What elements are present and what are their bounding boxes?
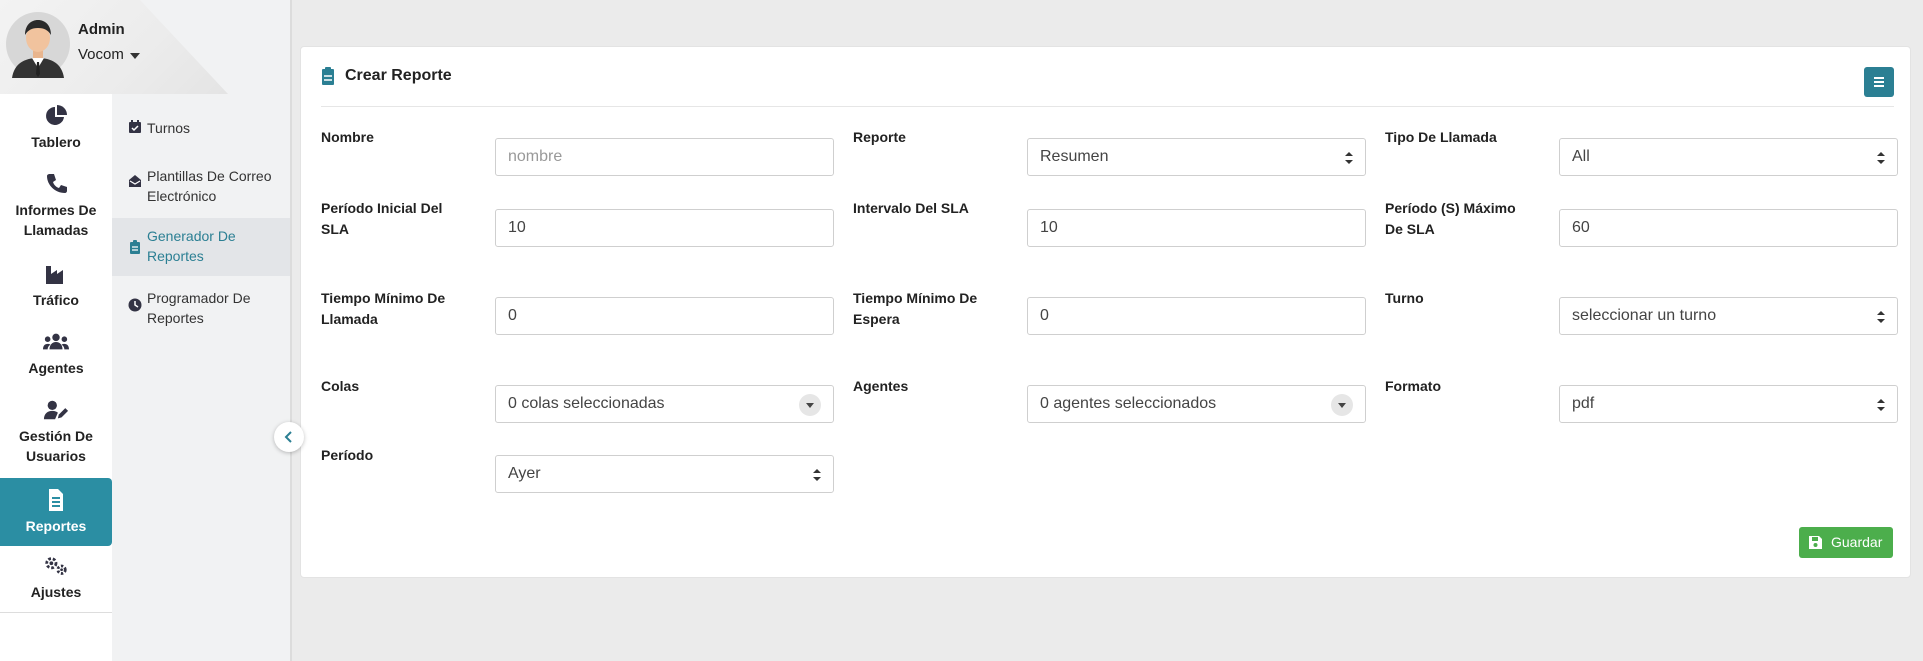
nombre-label: Nombre xyxy=(321,129,374,145)
tipo-llamada-select[interactable]: All xyxy=(1559,138,1898,176)
create-report-card: Crear Reporte Nombre nombre Reporte Resu… xyxy=(300,46,1911,578)
avatar[interactable] xyxy=(6,10,70,78)
chevron-down-icon[interactable] xyxy=(799,394,821,416)
file-text-icon xyxy=(49,489,63,511)
turno-value: seleccionar un turno xyxy=(1572,307,1717,324)
tipo-llamada-value: All xyxy=(1572,148,1590,165)
select-arrows-icon xyxy=(813,469,821,481)
chevron-down-icon[interactable] xyxy=(1331,394,1353,416)
formato-select[interactable]: pdf xyxy=(1559,385,1898,423)
periodo-value: Ayer xyxy=(508,465,541,482)
card-menu-button[interactable] xyxy=(1864,67,1894,97)
periodo-label: Período xyxy=(321,447,374,463)
calendar-check-icon xyxy=(129,120,141,133)
clock-icon xyxy=(128,298,142,312)
chevron-down-icon[interactable] xyxy=(130,53,140,59)
submenu-item-programador[interactable]: Programador De Reportes xyxy=(112,280,290,338)
user-name: Admin xyxy=(78,21,125,38)
periodo-select[interactable]: Ayer xyxy=(495,455,834,493)
chevron-left-icon xyxy=(284,431,292,443)
pie-chart-icon xyxy=(46,105,67,125)
phone-icon xyxy=(47,174,67,193)
nav-item-tablero[interactable]: Tablero xyxy=(0,104,112,160)
periodo-maximo-input[interactable]: 60 xyxy=(1559,209,1898,247)
tiempo-llamada-input[interactable]: 0 xyxy=(495,297,834,335)
agentes-value: 0 agentes seleccionados xyxy=(1040,395,1217,412)
periodo-maximo-label: Período (S) Máximo De SLA xyxy=(1385,200,1516,237)
nav-divider xyxy=(0,612,112,613)
save-button[interactable]: Guardar xyxy=(1799,527,1893,558)
nav-label-trafico: Tráfico xyxy=(33,292,79,308)
floppy-disk-icon xyxy=(1809,536,1822,549)
intervalo-input[interactable]: 10 xyxy=(1027,209,1366,247)
periodo-inicial-label: Período Inicial Del SLA xyxy=(321,200,443,237)
turno-label: Turno xyxy=(1385,290,1424,306)
submenu-item-turnos[interactable]: Turnos xyxy=(112,104,290,144)
agentes-label: Agentes xyxy=(853,378,909,394)
tipo-llamada-label: Tipo De Llamada xyxy=(1385,129,1497,145)
submenu-label-generador: Generador De Reportes xyxy=(147,228,236,264)
agentes-multiselect[interactable]: 0 agentes seleccionados xyxy=(1027,385,1366,423)
colas-label: Colas xyxy=(321,378,360,394)
factory-icon xyxy=(46,266,63,284)
colas-value: 0 colas seleccionadas xyxy=(508,395,665,412)
tiempo-espera-label: Tiempo Mínimo De Espera xyxy=(853,290,978,327)
nav-item-reportes[interactable]: Reportes xyxy=(0,478,112,546)
submenu-label-plantillas: Plantillas De Correo Electrónico xyxy=(147,168,272,204)
save-label: Guardar xyxy=(1831,534,1883,550)
nav-label-gestion: Gestión De Usuarios xyxy=(19,428,93,464)
submenu-divider xyxy=(290,0,292,661)
reporte-label: Reporte xyxy=(853,129,906,145)
submenu-label-programador: Programador De Reportes xyxy=(147,290,251,326)
user-company[interactable]: Vocom xyxy=(78,46,124,63)
nav-label-tablero: Tablero xyxy=(31,134,81,150)
tiempo-espera-input[interactable]: 0 xyxy=(1027,297,1366,335)
submenu-item-generador[interactable]: Generador De Reportes xyxy=(112,218,290,276)
card-divider xyxy=(321,106,1894,107)
nav-label-informes: Informes De Llamadas xyxy=(15,202,97,238)
gears-icon xyxy=(45,557,67,575)
select-arrows-icon xyxy=(1877,311,1885,323)
card-title: Crear Reporte xyxy=(345,67,452,84)
select-arrows-icon xyxy=(1345,152,1353,164)
intervalo-label: Intervalo Del SLA xyxy=(853,200,969,216)
nav-item-ajustes[interactable]: Ajustes xyxy=(0,554,112,610)
submenu-item-plantillas[interactable]: Plantillas De Correo Electrónico xyxy=(112,154,290,214)
periodo-inicial-input[interactable]: 10 xyxy=(495,209,834,247)
users-icon xyxy=(43,333,69,350)
nav-label-reportes: Reportes xyxy=(25,518,87,534)
turno-select[interactable]: seleccionar un turno xyxy=(1559,297,1898,335)
submenu-label-turnos: Turnos xyxy=(147,120,191,136)
left-nav: Tablero Informes De Llamadas Tráfico Age… xyxy=(0,0,112,661)
colas-multiselect[interactable]: 0 colas seleccionadas xyxy=(495,385,834,423)
envelope-open-icon xyxy=(129,175,141,187)
reporte-select[interactable]: Resumen xyxy=(1027,138,1366,176)
nav-item-agentes[interactable]: Agentes xyxy=(0,330,112,386)
formato-value: pdf xyxy=(1572,395,1595,412)
clipboard-icon xyxy=(130,240,140,254)
app-root: Tablero Informes De Llamadas Tráfico Age… xyxy=(0,0,1923,661)
nav-label-ajustes: Ajustes xyxy=(30,584,82,600)
nav-item-informes[interactable]: Informes De Llamadas xyxy=(0,172,112,248)
nav-item-gestion-usuarios[interactable]: Gestión De Usuarios xyxy=(0,398,112,474)
user-edit-icon xyxy=(43,400,69,420)
nombre-input[interactable]: nombre xyxy=(495,138,834,176)
submenu: Turnos Plantillas De Correo Electrónico … xyxy=(112,94,290,661)
clipboard-icon xyxy=(322,67,334,85)
nav-label-agentes: Agentes xyxy=(28,360,84,376)
select-arrows-icon xyxy=(1877,152,1885,164)
formato-label: Formato xyxy=(1385,378,1441,394)
nav-item-trafico[interactable]: Tráfico xyxy=(0,262,112,318)
hamburger-icon xyxy=(1874,77,1884,87)
collapse-sidebar-button[interactable] xyxy=(274,422,304,452)
tiempo-llamada-label: Tiempo Mínimo De Llamada xyxy=(321,290,446,327)
reporte-value: Resumen xyxy=(1040,148,1109,165)
select-arrows-icon xyxy=(1877,399,1885,411)
